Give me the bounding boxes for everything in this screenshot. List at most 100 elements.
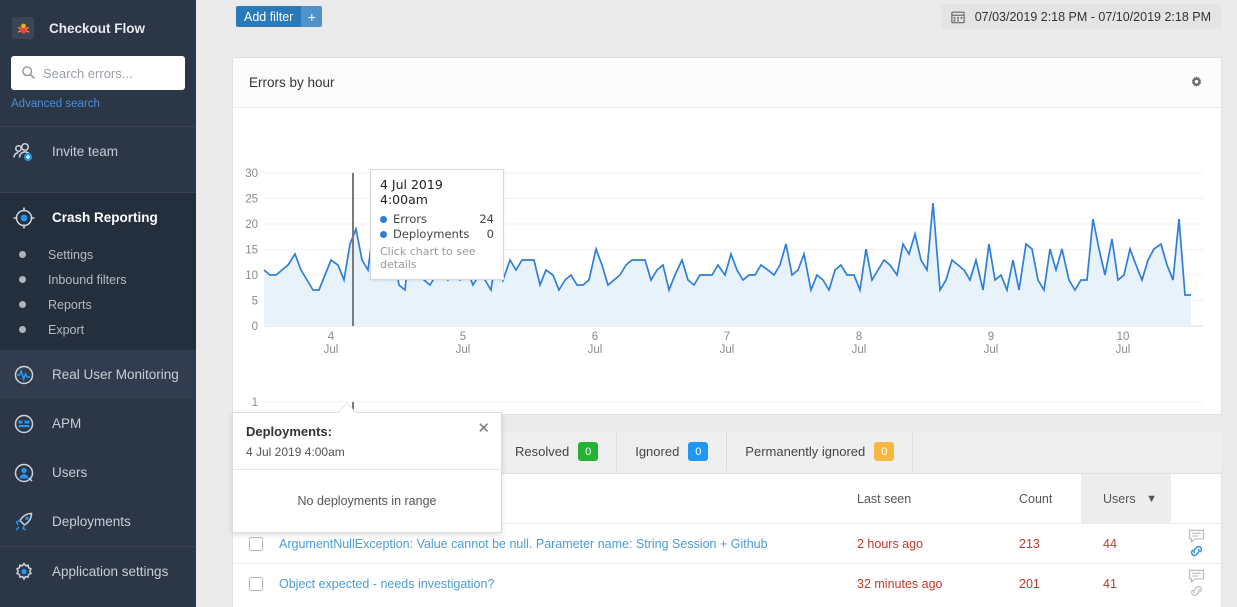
sidebar-item-invite-team[interactable]: Invite team [0, 127, 196, 176]
popover-subtitle: 4 Jul 2019 4:00am [246, 445, 345, 459]
row-users: 44 [1081, 523, 1171, 564]
chevron-down-icon[interactable]: ▼ [1146, 493, 1157, 505]
th-count[interactable]: Count [1019, 474, 1081, 524]
sidebar-subnav: Settings Inbound filters Reports Export [0, 242, 196, 350]
error-title-link[interactable]: Object expected - needs investigation? [279, 577, 494, 591]
deployments-popover: Deployments: 4 Jul 2019 4:00am ✕ No depl… [232, 412, 502, 533]
deployments-rocket-icon [11, 509, 37, 535]
row-count: 201 [1019, 563, 1081, 604]
search-box[interactable] [11, 56, 185, 90]
add-filter-button[interactable]: Add filter + [236, 6, 323, 27]
link-icon[interactable] [1188, 544, 1205, 558]
chart-header: Errors by hour [233, 58, 1221, 108]
tab-label: Permanently ignored [745, 444, 866, 459]
svg-text:25: 25 [245, 194, 258, 206]
sidebar-item-apm[interactable]: APM [0, 399, 196, 448]
tooltip-series-value: 24 [479, 212, 494, 226]
th-users[interactable]: Users ▼ [1081, 474, 1171, 524]
error-title-link[interactable]: ArgumentNullException: Value cannot be n… [279, 537, 768, 551]
chart-settings-gear-icon[interactable] [1188, 73, 1205, 93]
status-badge: 0 [688, 442, 709, 461]
sidebar-item-users[interactable]: Users [0, 448, 196, 497]
plus-icon[interactable]: + [301, 6, 323, 27]
tab-ignored[interactable]: Ignored 0 [617, 432, 728, 471]
popover-empty-message: No deployments in range [297, 494, 437, 508]
sidebar-item-settings[interactable]: Settings [0, 242, 196, 267]
popover-title: Deployments: [246, 424, 332, 439]
row-select-cell [233, 563, 279, 604]
link-icon[interactable] [1188, 584, 1205, 598]
sidebar-item-label: Real User Monitoring [52, 367, 179, 382]
svg-text:5: 5 [460, 331, 466, 343]
row-icons-cell [1171, 523, 1221, 564]
sidebar-item-label: Crash Reporting [52, 210, 158, 225]
svg-text:Jul: Jul [852, 344, 867, 356]
tab-label: Resolved [515, 444, 570, 459]
sidebar-brand[interactable]: Checkout Flow [0, 0, 196, 56]
advanced-search-link[interactable]: Advanced search [11, 98, 196, 110]
status-badge: 0 [874, 442, 895, 461]
sidebar-subitem-label: Reports [48, 297, 92, 312]
tooltip-row-errors: Errors 24 [380, 212, 494, 227]
tab-resolved[interactable]: Resolved 0 [497, 432, 618, 471]
svg-text:0: 0 [252, 321, 258, 333]
sidebar-item-label: Invite team [52, 144, 119, 159]
chart-tooltip: 4 Jul 2019 4:00am Errors 24 Deployments … [370, 169, 504, 280]
row-checkbox[interactable] [249, 536, 263, 551]
row-count: 213 [1019, 523, 1081, 564]
calendar-icon [951, 11, 965, 23]
comment-icon[interactable] [1188, 569, 1205, 584]
crash-reporting-icon [11, 205, 37, 231]
users-icon [11, 460, 37, 486]
sidebar-item-label: APM [52, 416, 82, 431]
comment-icon[interactable] [1188, 529, 1205, 543]
search-icon [22, 66, 35, 79]
row-checkbox[interactable] [249, 577, 263, 592]
bug-logo-icon [12, 17, 34, 39]
svg-text:20: 20 [245, 219, 258, 231]
row-last-seen: 32 minutes ago [857, 563, 1019, 604]
tab-label: Ignored [635, 444, 680, 459]
bullet-icon [19, 276, 26, 283]
search-container [0, 56, 196, 90]
sidebar-item-integrations[interactable]: Integrations [0, 596, 196, 607]
svg-text:15: 15 [245, 245, 258, 257]
th-last-seen[interactable]: Last seen [857, 474, 1019, 524]
svg-text:4: 4 [328, 331, 335, 343]
tab-permanently-ignored[interactable]: Permanently ignored 0 [727, 432, 914, 471]
apm-icon [11, 411, 37, 437]
row-users: 41 [1081, 563, 1171, 604]
invite-team-icon [11, 139, 37, 165]
table-row[interactable]: Object expected - needs investigation? 3… [233, 563, 1221, 604]
sidebar-item-label: Deployments [52, 514, 131, 529]
svg-text:10: 10 [1117, 331, 1130, 343]
table-body: ArgumentNullException: Value cannot be n… [233, 523, 1221, 604]
th-users-label: Users [1103, 491, 1136, 506]
tooltip-series-value: 0 [486, 227, 494, 241]
row-title-cell: Object expected - needs investigation? [279, 563, 857, 604]
th-row-icons [1171, 474, 1221, 524]
svg-text:Jul: Jul [456, 344, 471, 356]
sidebar-item-inbound-filters[interactable]: Inbound filters [0, 267, 196, 292]
bullet-icon [19, 251, 26, 258]
svg-text:8: 8 [856, 331, 862, 343]
svg-text:1: 1 [252, 397, 258, 409]
tooltip-series-name: Deployments [393, 227, 470, 241]
sidebar-item-application-settings[interactable]: Application settings [0, 547, 196, 596]
sidebar-item-real-user-monitoring[interactable]: Real User Monitoring [0, 350, 196, 399]
tooltip-hint: Click chart to see details [380, 245, 476, 271]
sidebar-item-deployments[interactable]: Deployments [0, 497, 196, 546]
search-input[interactable] [11, 65, 185, 81]
row-icons-cell [1171, 563, 1221, 604]
sidebar-item-export[interactable]: Export [0, 317, 196, 342]
date-range-picker[interactable]: 07/03/2019 2:18 PM - 07/10/2019 2:18 PM [940, 4, 1221, 29]
sidebar-item-reports[interactable]: Reports [0, 292, 196, 317]
sidebar-item-crash-reporting[interactable]: Crash Reporting [0, 193, 196, 242]
svg-text:Jul: Jul [324, 344, 339, 356]
svg-text:30: 30 [245, 168, 258, 180]
popover-header: Deployments: 4 Jul 2019 4:00am ✕ [233, 413, 501, 470]
series-bullet-icon [380, 231, 387, 238]
close-icon[interactable]: ✕ [477, 421, 490, 436]
sidebar-subitem-label: Export [48, 322, 85, 337]
series-bullet-icon [380, 216, 387, 223]
